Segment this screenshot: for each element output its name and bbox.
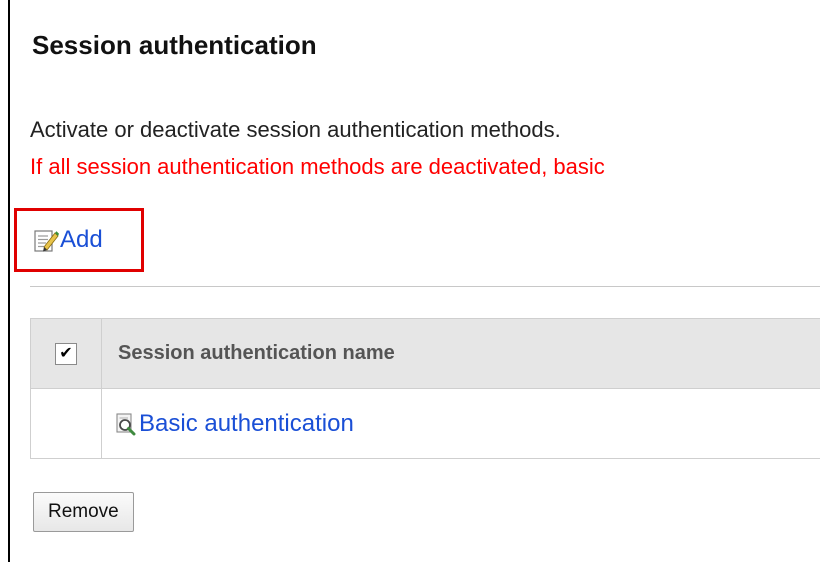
- row-checkbox-cell[interactable]: [30, 388, 102, 459]
- main-panel: Session authentication Activate or deact…: [8, 0, 820, 562]
- section-divider: [30, 286, 820, 287]
- session-auth-table: ✔ Session authentication name Basic auth…: [30, 318, 820, 459]
- table-header-row: ✔ Session authentication name: [30, 318, 820, 389]
- checkmark-icon: ✔: [59, 344, 73, 362]
- header-checkbox-cell: ✔: [30, 318, 102, 389]
- add-link[interactable]: Add: [33, 226, 103, 254]
- page-title: Session authentication: [32, 30, 317, 60]
- row-name-cell: Basic authentication: [101, 388, 820, 459]
- basic-authentication-link[interactable]: Basic authentication: [102, 410, 820, 438]
- column-header-name[interactable]: Session authentication name: [101, 318, 820, 389]
- remove-button[interactable]: Remove: [33, 492, 134, 532]
- edit-document-icon: [33, 227, 59, 253]
- table-row: Basic authentication: [30, 388, 820, 459]
- magnifier-page-icon: [115, 412, 137, 436]
- page-description: Activate or deactivate session authentic…: [30, 117, 561, 142]
- basic-authentication-label: Basic authentication: [139, 409, 354, 437]
- select-all-checkbox[interactable]: ✔: [55, 342, 77, 365]
- warning-text: If all session authentication methods ar…: [30, 154, 605, 179]
- add-link-label: Add: [60, 226, 103, 253]
